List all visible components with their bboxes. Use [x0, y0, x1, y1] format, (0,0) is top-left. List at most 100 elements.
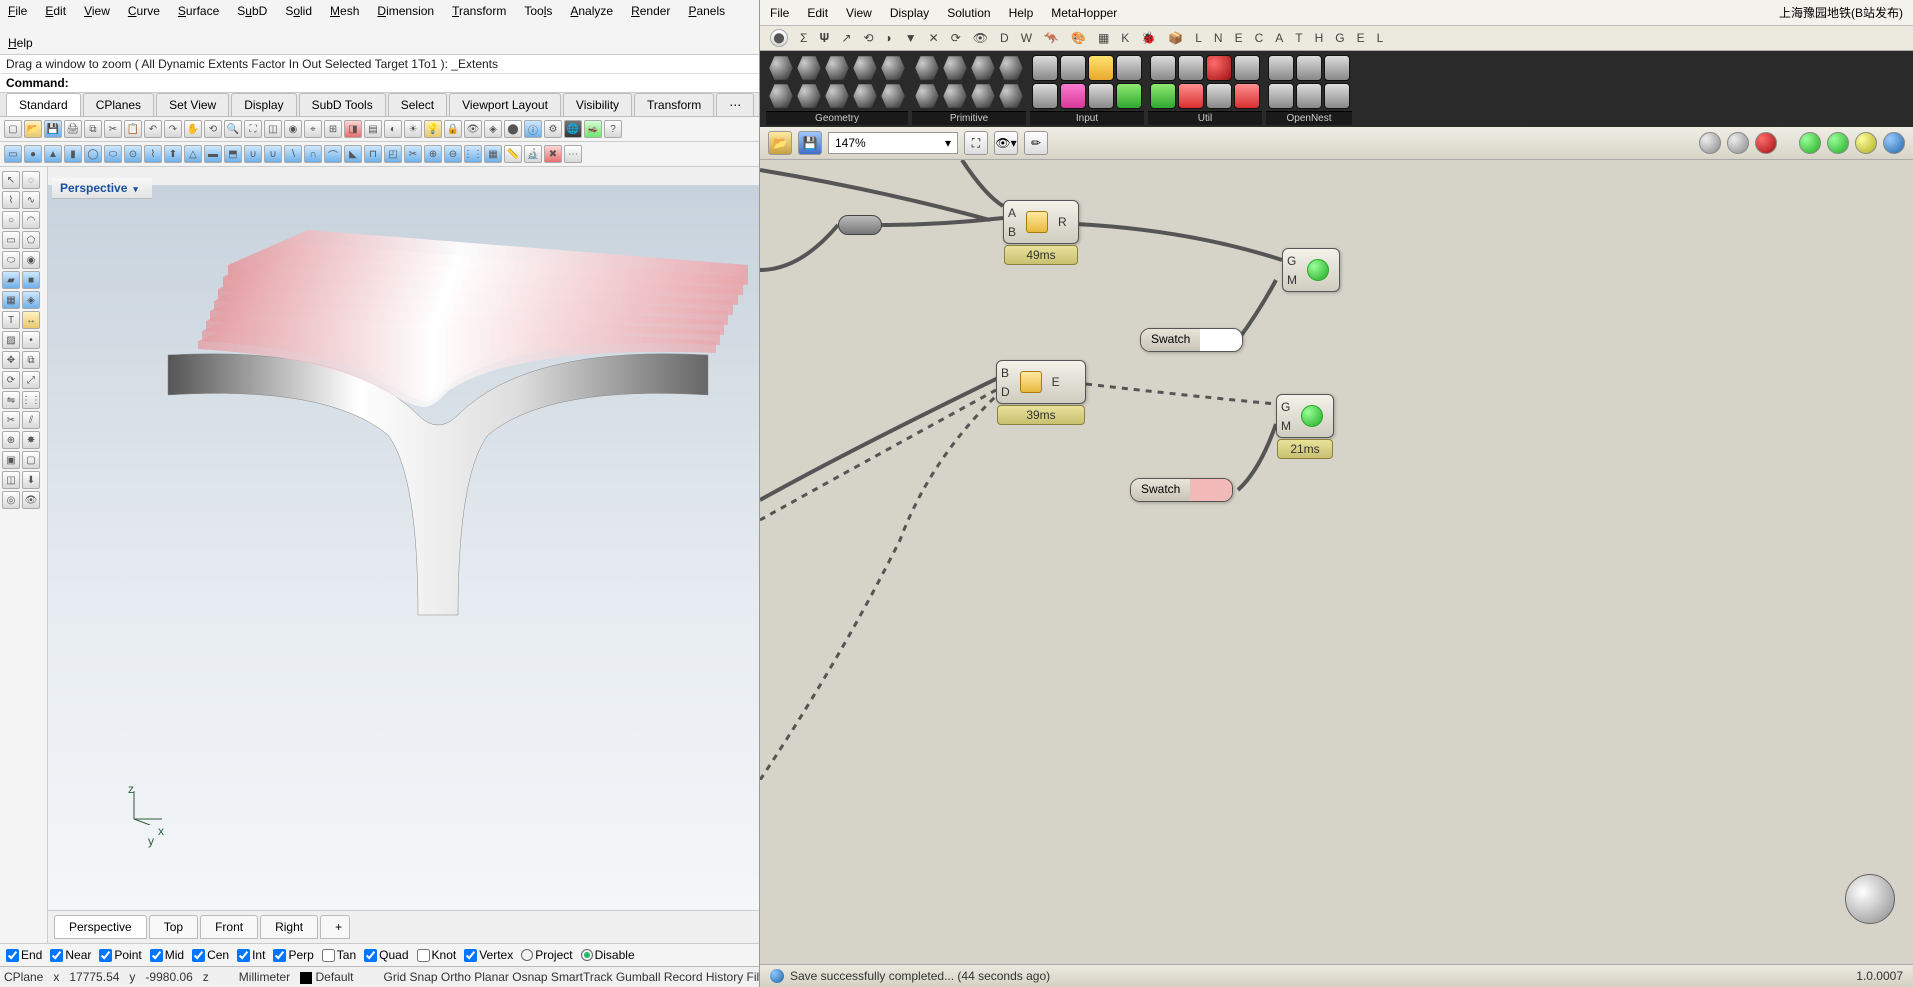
- zoom-extents-icon[interactable]: ⛶: [244, 120, 262, 138]
- shade-icon[interactable]: ◐: [384, 120, 402, 138]
- comp-icon[interactable]: [1032, 55, 1058, 81]
- comp-icon[interactable]: [998, 83, 1024, 109]
- gh-menu-view[interactable]: View: [846, 6, 872, 20]
- swatch-color[interactable]: [1200, 329, 1242, 351]
- shell-icon[interactable]: ◰: [384, 145, 402, 163]
- comp-icon[interactable]: [796, 55, 822, 81]
- mesh-icon[interactable]: ▦: [2, 291, 20, 309]
- comp-icon[interactable]: [1150, 55, 1176, 81]
- comp-icon[interactable]: [852, 55, 878, 81]
- truncated-icon[interactable]: ⬒: [224, 145, 242, 163]
- view-tab-perspective[interactable]: Perspective: [54, 915, 147, 939]
- hatch-icon[interactable]: ▨: [2, 331, 20, 349]
- selected-only-icon[interactable]: [1755, 132, 1777, 154]
- tab-n[interactable]: N: [1214, 31, 1223, 45]
- ellipse-icon[interactable]: ⬭: [2, 251, 20, 269]
- sphere-icon[interactable]: ●: [24, 145, 42, 163]
- box-icon[interactable]: ▭: [4, 145, 22, 163]
- osnap-project[interactable]: Project: [521, 948, 572, 962]
- tab-e[interactable]: E: [1235, 31, 1243, 45]
- comp-icon[interactable]: [824, 83, 850, 109]
- comp-icon[interactable]: [998, 55, 1024, 81]
- cylinder-icon[interactable]: ▮: [64, 145, 82, 163]
- zoom-select[interactable]: 147%▾: [828, 132, 958, 154]
- rectangle-icon[interactable]: ▭: [2, 231, 20, 249]
- tab-intersect-icon[interactable]: ✕: [929, 31, 939, 45]
- cplane-icon[interactable]: ◨: [344, 120, 362, 138]
- ellipsoid-icon[interactable]: ⬭: [104, 145, 122, 163]
- comp-icon[interactable]: [1234, 55, 1260, 81]
- osnap-int[interactable]: Int: [237, 948, 265, 962]
- zoom-extents-icon[interactable]: ⛶: [964, 131, 988, 155]
- comp-icon[interactable]: [1088, 55, 1114, 81]
- tube-icon[interactable]: ⊙: [124, 145, 142, 163]
- osnap-disable[interactable]: Disable: [581, 948, 635, 962]
- group-icon[interactable]: ▣: [2, 451, 20, 469]
- dim-icon[interactable]: ↔: [22, 311, 40, 329]
- relay-node[interactable]: [838, 215, 882, 235]
- tab-g[interactable]: G: [1335, 31, 1344, 45]
- preview-point-icon[interactable]: [1883, 132, 1905, 154]
- layers-icon[interactable]: ◈: [484, 120, 502, 138]
- tab-t[interactable]: T: [1295, 31, 1302, 45]
- comp-icon[interactable]: [1178, 55, 1204, 81]
- polyline-icon[interactable]: ⌇: [2, 191, 20, 209]
- tab-sigma-icon[interactable]: Σ: [800, 31, 807, 45]
- tab-params-icon[interactable]: ⬤: [770, 29, 788, 47]
- comp-icon[interactable]: [1178, 83, 1204, 109]
- preview-component-1[interactable]: GM: [1282, 248, 1340, 292]
- tab-e2[interactable]: E: [1357, 31, 1365, 45]
- undo-icon[interactable]: ↶: [144, 120, 162, 138]
- join-icon[interactable]: ⊕: [2, 431, 20, 449]
- comp-icon[interactable]: [1268, 55, 1294, 81]
- menu-file[interactable]: File: [6, 2, 29, 20]
- render-icon[interactable]: ☀: [404, 120, 422, 138]
- tab-transform[interactable]: Transform: [634, 93, 714, 116]
- tab-set-view[interactable]: Set View: [156, 93, 229, 116]
- wirecut-icon[interactable]: ✂: [404, 145, 422, 163]
- new-icon[interactable]: ▢: [4, 120, 22, 138]
- text-icon[interactable]: T: [2, 311, 20, 329]
- slab-icon[interactable]: ▬: [204, 145, 222, 163]
- move-icon[interactable]: ✥: [2, 351, 20, 369]
- comp-icon[interactable]: [880, 55, 906, 81]
- preview-toggle-icon[interactable]: 👁▾: [994, 131, 1018, 155]
- comp-icon[interactable]: [1206, 55, 1232, 81]
- menu-analyze[interactable]: Analyze: [568, 2, 615, 20]
- lock-icon[interactable]: 🔒: [444, 120, 462, 138]
- split-icon[interactable]: ⫽: [22, 411, 40, 429]
- lasso-icon[interactable]: ◌: [22, 171, 40, 189]
- menu-surface[interactable]: Surface: [176, 2, 221, 20]
- menu-curve[interactable]: Curve: [126, 2, 162, 20]
- help-icon[interactable]: ?: [604, 120, 622, 138]
- cap-icon[interactable]: ⊓: [364, 145, 382, 163]
- hole-icon[interactable]: ⊖: [444, 145, 462, 163]
- zoom-selected-icon[interactable]: ◉: [284, 120, 302, 138]
- osnap-mid[interactable]: Mid: [150, 948, 184, 962]
- comp-icon[interactable]: [914, 83, 940, 109]
- comp-icon[interactable]: [1324, 83, 1350, 109]
- difference-icon[interactable]: ∖: [284, 145, 302, 163]
- grasshopper-icon[interactable]: 🦗: [584, 120, 602, 138]
- tab-bug-icon[interactable]: 🐞: [1141, 31, 1156, 45]
- status-layer[interactable]: Default: [315, 970, 353, 984]
- tab-surface-icon[interactable]: ◗: [886, 31, 893, 45]
- menu-view[interactable]: View: [82, 2, 112, 20]
- rotate-icon[interactable]: ⟳: [2, 371, 20, 389]
- options-icon[interactable]: ⚙: [544, 120, 562, 138]
- shade-mode-icon[interactable]: [1727, 132, 1749, 154]
- menu-solid[interactable]: Solid: [283, 2, 314, 20]
- open-file-icon[interactable]: 📂: [768, 131, 792, 155]
- preview-boundary-icon[interactable]: [1855, 132, 1877, 154]
- osnap-tan[interactable]: Tan: [322, 948, 356, 962]
- trim-icon[interactable]: ✂: [2, 411, 20, 429]
- tab-mesh-icon[interactable]: ▼: [905, 31, 917, 45]
- osnap-knot[interactable]: Knot: [417, 948, 457, 962]
- copy-icon[interactable]: ⧉: [84, 120, 102, 138]
- curve-icon[interactable]: ∿: [22, 191, 40, 209]
- tab-pkg-icon[interactable]: 📦: [1168, 31, 1183, 45]
- polygon-icon[interactable]: ⬠: [22, 231, 40, 249]
- component-merge[interactable]: AB R 49ms: [1003, 200, 1079, 244]
- view-tab-right[interactable]: Right: [260, 915, 318, 939]
- wire-mode-icon[interactable]: [1699, 132, 1721, 154]
